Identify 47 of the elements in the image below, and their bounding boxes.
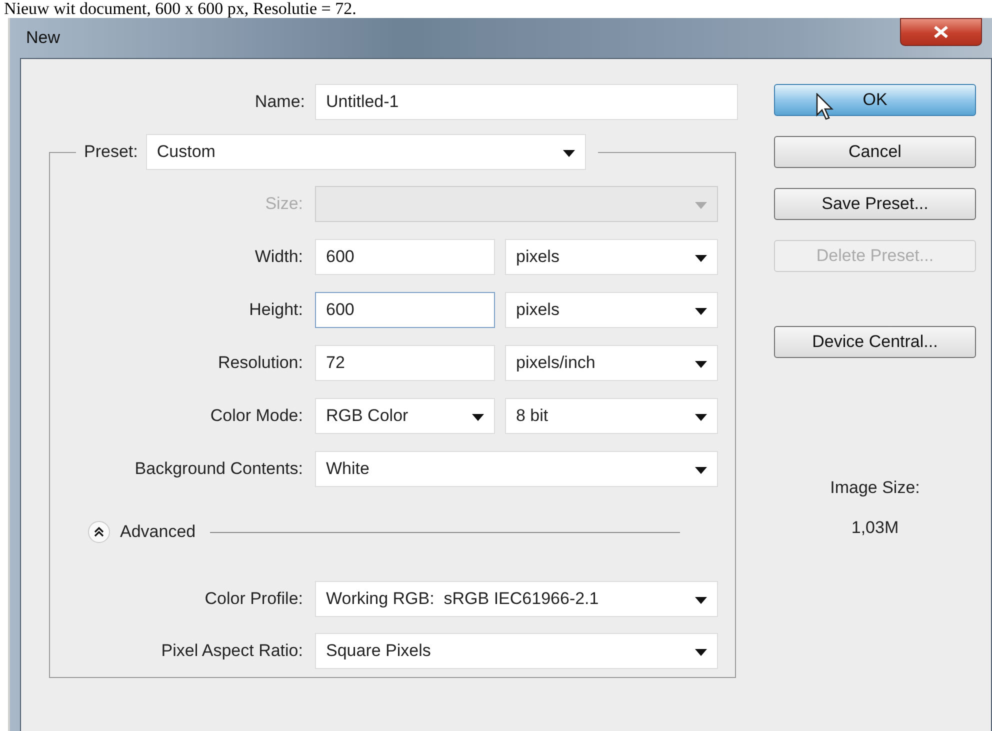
unit-dropdown[interactable]: 8 bit [505,398,718,434]
dialog-button[interactable]: Save Preset... [774,188,976,220]
dropdown-arrow-icon [695,308,707,315]
dropdown-arrow-icon [695,414,707,421]
field-label: Preset: [84,142,138,162]
dropdown[interactable]: Square Pixels [315,633,718,669]
window-title: New [26,28,60,48]
close-button[interactable] [900,18,982,46]
cursor-icon [816,93,836,121]
dropdown-arrow-icon [695,202,707,209]
name-input[interactable]: Untitled-1 [315,84,738,120]
dialog-button[interactable]: OK [774,84,976,116]
number-input[interactable]: 600 [315,239,495,275]
dialog-button[interactable]: Cancel [774,136,976,168]
dropdown-arrow-icon [472,414,484,421]
dropdown-arrow-icon [695,361,707,368]
dropdown[interactable]: White [315,451,718,487]
unit-dropdown[interactable]: pixels/inch [505,345,718,381]
field-label: Resolution: [216,353,303,373]
image-size-label: Image Size: [830,478,920,498]
dropdown-arrow-icon [562,150,575,157]
number-input[interactable]: 72 [315,345,495,381]
toggle-button[interactable] [88,521,110,543]
dropdown-arrow-icon [695,597,707,604]
field-label: Background Contents: [134,459,303,479]
field-label: Width: [254,247,303,267]
field-label: Pixel Aspect Ratio: [160,641,303,661]
section-label: Advanced [120,522,196,542]
close-icon [932,25,950,39]
field-label: Name: [254,92,305,112]
dialog-button[interactable]: Device Central... [774,326,976,358]
dropdown[interactable]: RGB Color [315,398,495,434]
dropdown-arrow-icon [695,467,707,474]
field-label: Color Mode: [209,406,303,426]
field-label: Height: [248,300,303,320]
chevron-icon [93,526,105,538]
preset-dropdown[interactable]: Custom [146,134,586,170]
image-size-value: 1,03M [851,518,899,538]
caption-text: Nieuw wit document, 600 x 600 px, Resolutie = 72. [3,0,358,18]
field-label: Size: [264,194,303,214]
unit-dropdown[interactable]: pixels [505,292,718,328]
dropdown-arrow-icon [695,649,707,656]
field-label: Color Profile: [204,589,303,609]
unit-dropdown[interactable]: pixels [505,239,718,275]
number-input[interactable]: 600 [315,292,495,328]
dropdown[interactable]: Working RGB: sRGB IEC61966-2.1 [315,581,718,617]
dropdown-arrow-icon [695,255,707,262]
